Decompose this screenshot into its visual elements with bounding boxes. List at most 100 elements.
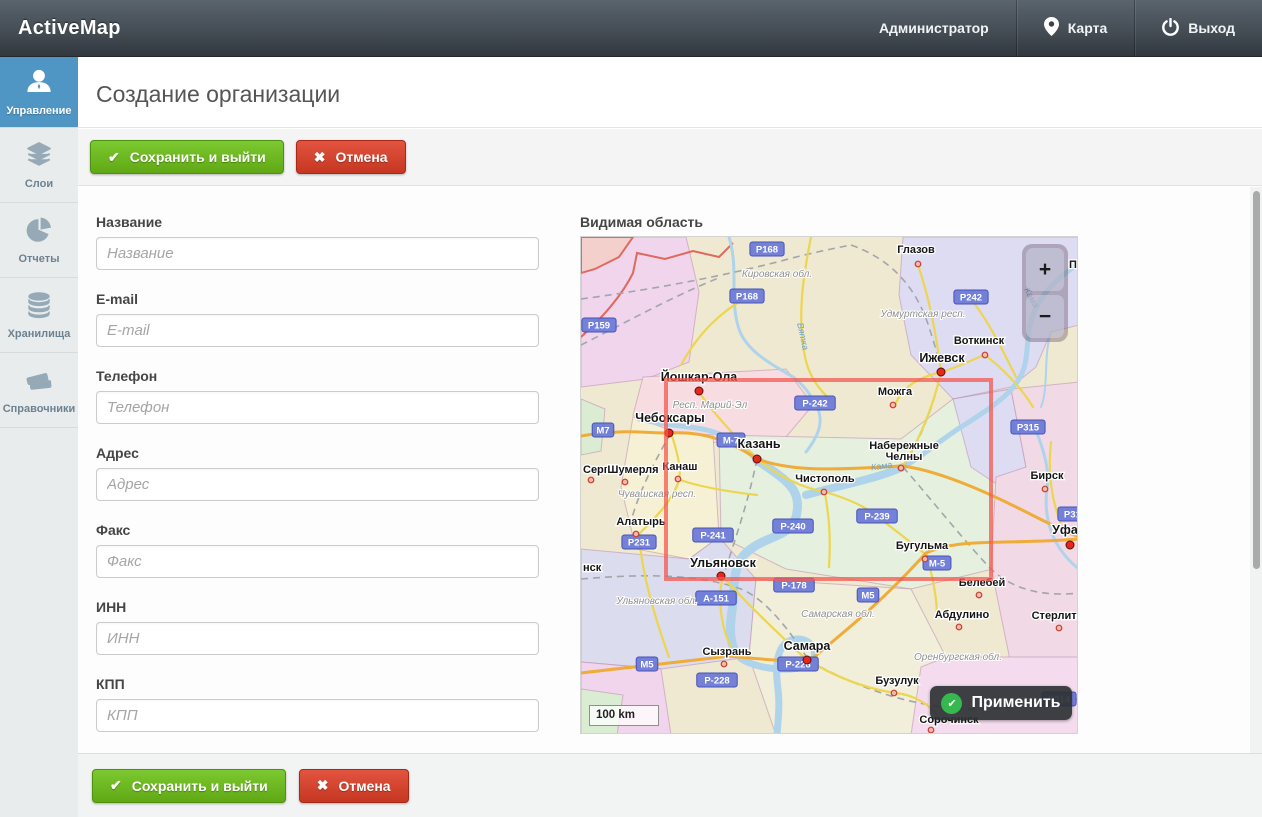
sidebar-item-label: Отчеты (18, 253, 59, 265)
save-button-bottom[interactable]: ✔ Сохранить и выйти (92, 769, 286, 803)
region-label: Ульяновская обл. (615, 595, 697, 607)
address-field[interactable] (96, 468, 539, 501)
road-badge: Р159 (582, 318, 616, 332)
road-badge: Р168 (730, 289, 764, 303)
zoom-in-button[interactable]: + (1026, 248, 1064, 291)
inn-field[interactable] (96, 622, 539, 655)
svg-text:Воткинск: Воткинск (954, 335, 1005, 347)
logout-button[interactable]: Выход (1135, 0, 1262, 56)
cross-icon: ✖ (314, 149, 326, 166)
svg-text:Абдулино: Абдулино (935, 609, 990, 621)
content-area: Название E-mail Телефон Адрес Факс ИНН (78, 187, 1262, 753)
field-name: Название (96, 214, 539, 270)
check-circle-icon: ✔ (941, 693, 962, 714)
organization-form: Название E-mail Телефон Адрес Факс ИНН (96, 214, 539, 753)
cancel-button-label: Отмена (338, 778, 390, 794)
apply-button[interactable]: ✔ Применить (930, 686, 1072, 720)
check-icon: ✔ (108, 149, 120, 166)
sidebar-item-storage[interactable]: Хранилища (0, 278, 78, 353)
svg-text:Стерлитамак: Стерлитамак (1032, 610, 1078, 622)
apply-button-label: Применить (971, 694, 1060, 712)
current-user[interactable]: Администратор (852, 0, 1016, 56)
svg-text:Глазов: Глазов (897, 244, 935, 256)
sidebar-item-directories[interactable]: Справочники (0, 353, 78, 428)
svg-text:Пе: Пе (1069, 259, 1078, 271)
road-badge: Р-228 (697, 673, 738, 687)
cancel-button-top[interactable]: ✖ Отмена (296, 140, 406, 174)
save-button-top[interactable]: ✔ Сохранить и выйти (90, 140, 284, 174)
region-label: Оренбургская обл. (914, 651, 1002, 663)
road-badge: Р315 (1058, 507, 1078, 521)
cross-icon: ✖ (317, 777, 329, 794)
user-icon (24, 67, 54, 102)
svg-text:нск: нск (583, 562, 602, 574)
footer-toolbar: ✔ Сохранить и выйти ✖ Отмена (78, 753, 1262, 817)
svg-text:Сызрань: Сызрань (702, 646, 751, 658)
zoom-out-button[interactable]: − (1026, 295, 1064, 338)
road-badge: М5 (636, 657, 658, 671)
sidebar-item-layers[interactable]: Слои (0, 128, 78, 203)
region-label: Удмуртская респ. (879, 309, 965, 320)
road-badge: Р315 (1011, 420, 1045, 434)
field-label: КПП (96, 676, 539, 692)
scrollbar-thumb[interactable] (1253, 191, 1260, 569)
road-badge: Р-226 (778, 657, 819, 671)
sidebar-item-management[interactable]: Управление (0, 57, 78, 128)
field-label: E-mail (96, 291, 539, 307)
main-area: Создание организации ✔ Сохранить и выйти… (78, 57, 1262, 817)
svg-text:Ижевск: Ижевск (919, 351, 965, 365)
svg-text:Р242: Р242 (960, 293, 982, 304)
visible-area-panel: Видимая область (580, 214, 1078, 734)
layers-icon (24, 140, 54, 175)
phone-field[interactable] (96, 391, 539, 424)
road-badge: Р231 (622, 535, 656, 549)
road-badge: М7 (592, 423, 614, 437)
pie-chart-icon (24, 215, 54, 250)
svg-text:М5: М5 (640, 660, 654, 671)
save-button-label: Сохранить и выйти (132, 778, 268, 794)
scrollbar-track[interactable] (1250, 187, 1262, 753)
svg-text:Уфа: Уфа (1052, 523, 1078, 537)
power-icon (1162, 18, 1179, 39)
kpp-field[interactable] (96, 699, 539, 732)
sidebar: Управление Слои Отчеты Хранилища Справоч… (0, 57, 78, 817)
check-icon: ✔ (110, 777, 122, 794)
name-field[interactable] (96, 237, 539, 270)
svg-text:Бирск: Бирск (1030, 470, 1064, 482)
field-label: Телефон (96, 368, 539, 384)
sidebar-item-label: Управление (6, 105, 71, 117)
svg-text:Р168: Р168 (736, 292, 758, 303)
sidebar-item-label: Справочники (3, 403, 76, 415)
road-badge: Р168 (750, 242, 784, 256)
field-label: Факс (96, 522, 539, 538)
logout-label: Выход (1188, 20, 1235, 36)
cancel-button-bottom[interactable]: ✖ Отмена (299, 769, 409, 803)
map-link-label: Карта (1068, 20, 1108, 36)
svg-text:Р315: Р315 (1064, 510, 1078, 521)
field-label: Название (96, 214, 539, 230)
visible-area-title: Видимая область (580, 214, 1078, 230)
topbar: ActiveMap Администратор Карта Выход (0, 0, 1262, 57)
user-label: Администратор (879, 20, 989, 36)
road-badge: А-151 (696, 591, 737, 605)
svg-text:Алатырь: Алатырь (616, 516, 666, 528)
database-icon (24, 290, 54, 325)
road-badge: М5 (857, 588, 879, 602)
cancel-button-label: Отмена (335, 149, 387, 165)
field-phone: Телефон (96, 368, 539, 424)
sidebar-item-label: Слои (25, 178, 53, 190)
visible-area-map[interactable]: Р168Р168Р242Р159Р-242М7М-7Р315Р315Р231Р-… (580, 236, 1078, 734)
email-field[interactable] (96, 314, 539, 347)
fax-field[interactable] (96, 545, 539, 578)
city-partial: нск (583, 562, 602, 574)
map-link[interactable]: Карта (1017, 0, 1135, 56)
selection-rectangle[interactable] (664, 378, 993, 581)
sidebar-item-reports[interactable]: Отчеты (0, 203, 78, 278)
svg-text:М7: М7 (596, 426, 609, 437)
field-label: Адрес (96, 445, 539, 461)
page-title: Создание организации (96, 81, 1262, 108)
page-header: Создание организации (78, 57, 1262, 128)
region-label: Кировская обл. (742, 268, 812, 280)
toolbar: ✔ Сохранить и выйти ✖ Отмена (78, 129, 1262, 186)
svg-text:М5: М5 (861, 591, 875, 602)
